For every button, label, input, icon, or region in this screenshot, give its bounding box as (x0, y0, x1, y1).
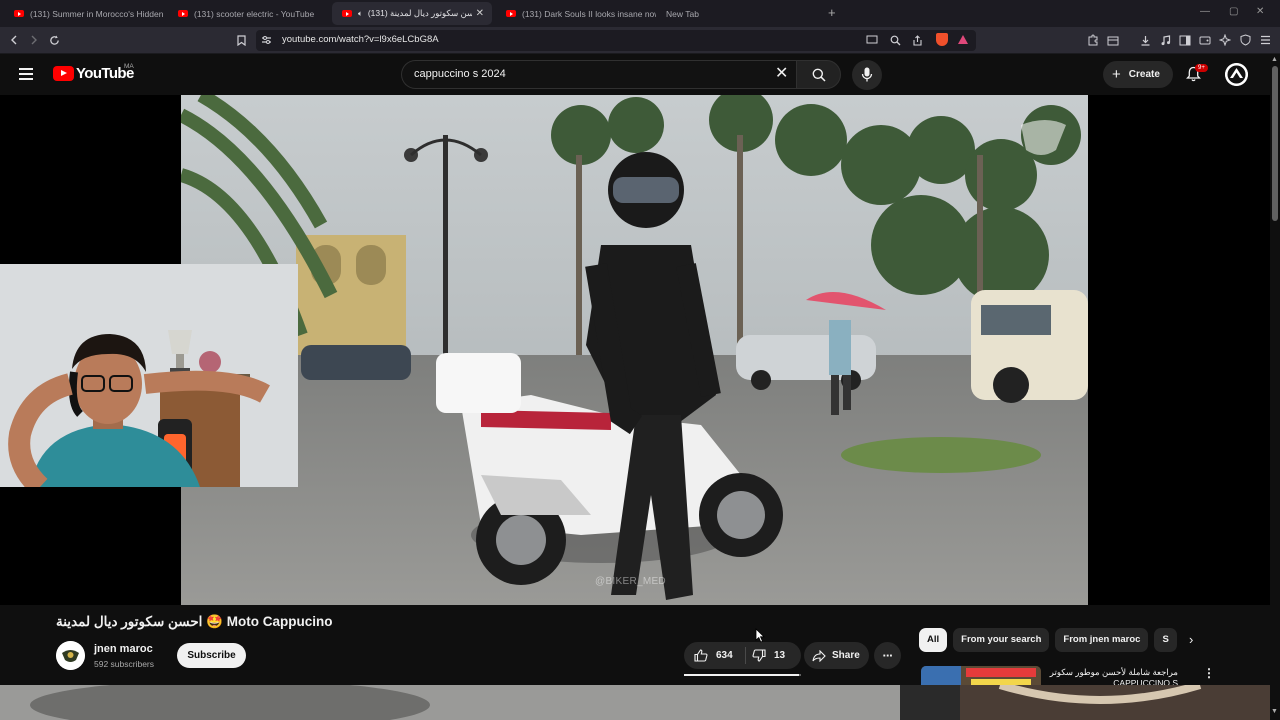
back-icon[interactable] (6, 32, 22, 48)
chip-all[interactable]: All (919, 628, 948, 652)
like-button[interactable]: 634 (684, 642, 744, 669)
speaker-icon[interactable]: 🔈︎ (358, 9, 363, 19)
like-count: 634 (716, 650, 733, 661)
leo-ai-icon[interactable] (1217, 32, 1233, 48)
notification-count-badge: 9+ (1195, 64, 1208, 72)
mouse-cursor-icon (755, 628, 765, 643)
youtube-favicon-icon (178, 10, 188, 17)
wallet-icon[interactable] (1105, 32, 1121, 48)
video-title: احسن سكوتور ديال لمدينة 🤩 Moto Cappucino (56, 614, 333, 629)
plus-icon: + (1112, 66, 1121, 83)
voice-search-button[interactable] (852, 60, 882, 90)
site-settings-icon[interactable] (258, 32, 274, 48)
youtube-favicon-icon (506, 10, 516, 17)
vpn-shield-icon[interactable] (1237, 32, 1253, 48)
more-actions-button[interactable]: ··· (874, 642, 901, 669)
dislike-button[interactable]: 13 (746, 642, 801, 669)
forward-icon[interactable] (26, 32, 42, 48)
url-text[interactable]: youtube.com/watch?v=l9x6eLCbG8A (282, 34, 439, 45)
create-button[interactable]: + Create (1103, 61, 1173, 88)
scrollbar-thumb[interactable] (1272, 66, 1278, 221)
brave-shields-icon[interactable] (936, 33, 948, 46)
search-query[interactable]: cappuccino s 2024 (414, 68, 506, 80)
search-button[interactable] (796, 60, 841, 89)
recommendation-menu-icon[interactable]: ⋮ (1203, 666, 1215, 680)
browser-tab[interactable]: (131) scooter electric - YouTube (168, 4, 328, 23)
close-tab-icon[interactable]: ✕ (476, 8, 484, 19)
wallet-card-icon[interactable] (1197, 32, 1213, 48)
thumbs-up-icon (694, 649, 708, 662)
video-scene-image (181, 95, 1088, 605)
tab-title: (131) Summer in Morocco's Hidden (30, 8, 164, 19)
browser-tab-active[interactable]: 🔈︎ (131) احسن سكوتور ديال لمدينة ✕ (332, 2, 492, 25)
youtube-logo-icon[interactable] (53, 66, 74, 81)
create-label: Create (1128, 69, 1160, 80)
zoom-icon[interactable] (887, 32, 903, 48)
sidebar-icon[interactable] (1177, 32, 1193, 48)
browser-tab[interactable]: (131) Summer in Morocco's Hidden (4, 4, 164, 23)
chip-from-channel[interactable]: From jnen maroc (1055, 628, 1149, 652)
subscribe-button[interactable]: Subscribe (177, 643, 246, 668)
webcam-overlay (0, 264, 298, 487)
tab-title: (131) scooter electric - YouTube (194, 8, 315, 19)
chip-from-your-search[interactable]: From your search (953, 628, 1050, 652)
thumbs-down-icon (752, 649, 766, 662)
browser-tab[interactable]: (131) Dark Souls II looks insane now (496, 4, 656, 23)
browser-tab[interactable]: New Tab (660, 4, 820, 23)
dislike-count: 13 (774, 650, 786, 661)
media-icon[interactable] (1157, 32, 1173, 48)
scroll-down-arrow-icon[interactable]: ▼ (1271, 708, 1278, 715)
share-page-icon[interactable] (909, 32, 925, 48)
page-background-strip (0, 685, 1270, 720)
tab-title: (131) احسن سكوتور ديال لمدينة (367, 8, 472, 18)
channel-avatar[interactable] (56, 641, 85, 670)
maximize-icon[interactable]: ▢ (1229, 6, 1238, 17)
youtube-favicon-icon (342, 10, 352, 17)
video-watermark: @BIKER_MED (595, 576, 666, 587)
video-frame[interactable] (181, 95, 1088, 605)
webcam-image (0, 264, 298, 487)
download-icon[interactable] (1137, 32, 1153, 48)
bookmark-icon[interactable] (233, 32, 249, 48)
region-code: MA (124, 63, 134, 70)
youtube-favicon-icon (14, 10, 24, 17)
share-label: Share (832, 650, 860, 661)
search-icon (812, 68, 826, 82)
account-avatar[interactable] (1225, 63, 1248, 86)
chip-more[interactable]: S (1154, 628, 1177, 652)
cast-icon[interactable] (864, 32, 880, 48)
window-close-icon[interactable]: ✕ (1256, 6, 1264, 17)
minimize-icon[interactable]: — (1200, 6, 1210, 17)
tab-title: (131) Dark Souls II looks insane now (522, 8, 656, 19)
microphone-icon (861, 67, 873, 82)
extensions-icon[interactable] (1085, 32, 1101, 48)
new-tab-plus-icon[interactable]: + (828, 5, 836, 20)
clear-search-icon[interactable]: ✕ (775, 66, 788, 82)
channel-name[interactable]: jnen maroc (94, 643, 153, 655)
reload-icon[interactable] (46, 32, 62, 48)
chevron-right-icon[interactable]: › (1189, 632, 1193, 647)
related-filter-chips: All From your search From jnen maroc S (919, 628, 1179, 652)
guide-menu-icon[interactable] (19, 68, 33, 80)
share-arrow-icon (812, 649, 826, 662)
tab-title: New Tab (666, 8, 699, 19)
share-button[interactable]: Share (804, 642, 869, 669)
like-ratio-bar (684, 674, 801, 676)
subscriber-count: 592 subscribers (94, 659, 155, 669)
scroll-up-arrow-icon[interactable]: ▲ (1271, 56, 1278, 63)
browser-tab-bar: (131) Summer in Morocco's Hidden (131) s… (0, 0, 1280, 27)
brave-rewards-icon[interactable] (958, 35, 968, 44)
menu-icon[interactable] (1257, 32, 1273, 48)
like-ratio-fill (684, 674, 799, 676)
